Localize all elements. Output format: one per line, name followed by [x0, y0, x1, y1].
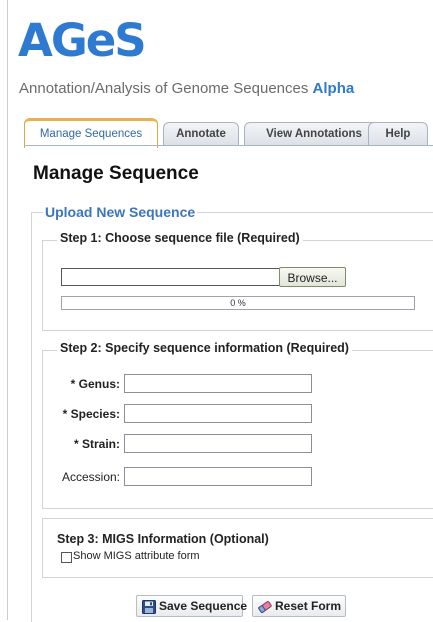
step3-section	[42, 518, 433, 578]
genus-label: * Genus:	[70, 377, 120, 391]
show-migs-label: Show MIGS attribute form	[73, 550, 200, 562]
step2-legend: Step 2: Specify sequence information (Re…	[57, 341, 352, 355]
upload-progress-label: 0 %	[230, 298, 246, 308]
eraser-icon	[258, 601, 272, 614]
page-title: Manage Sequence	[33, 163, 199, 184]
tab-annotate[interactable]: Annotate	[163, 122, 239, 145]
strain-label: * Strain:	[73, 437, 120, 451]
species-input[interactable]	[124, 404, 312, 423]
alpha-badge: Alpha	[312, 80, 355, 97]
save-sequence-label: Save Sequence	[159, 599, 248, 613]
app-logo: AGeS	[18, 14, 147, 67]
tab-divider	[24, 145, 433, 146]
tab-manage-sequences[interactable]: Manage Sequences	[24, 118, 158, 148]
tab-view-annotations[interactable]: View Annotations	[244, 122, 384, 145]
accession-label: Accession:	[61, 470, 120, 484]
show-migs-checkbox[interactable]	[61, 552, 72, 563]
sequence-file-input[interactable]	[61, 268, 279, 286]
floppy-disk-icon	[142, 600, 156, 614]
upload-section-legend: Upload New Sequence	[43, 204, 198, 220]
app-subtitle: Annotation/Analysis of Genome Sequences …	[19, 80, 354, 97]
browse-button[interactable]: Browse...	[279, 267, 346, 287]
reset-form-label: Reset Form	[275, 599, 342, 613]
step3-legend: Step 3: MIGS Information (Optional)	[57, 532, 269, 546]
species-label: * Species:	[62, 407, 120, 421]
accession-input[interactable]	[124, 467, 312, 486]
subtitle-text: Annotation/Analysis of Genome Sequences	[19, 80, 309, 97]
upload-progress-bar: 0 %	[61, 296, 415, 310]
step1-legend: Step 1: Choose sequence file (Required)	[57, 231, 303, 245]
reset-form-button[interactable]: Reset Form	[252, 595, 346, 617]
tab-help[interactable]: Help	[368, 122, 428, 145]
genus-input[interactable]	[124, 374, 312, 393]
save-sequence-button[interactable]: Save Sequence	[136, 595, 247, 617]
strain-input[interactable]	[124, 434, 312, 453]
